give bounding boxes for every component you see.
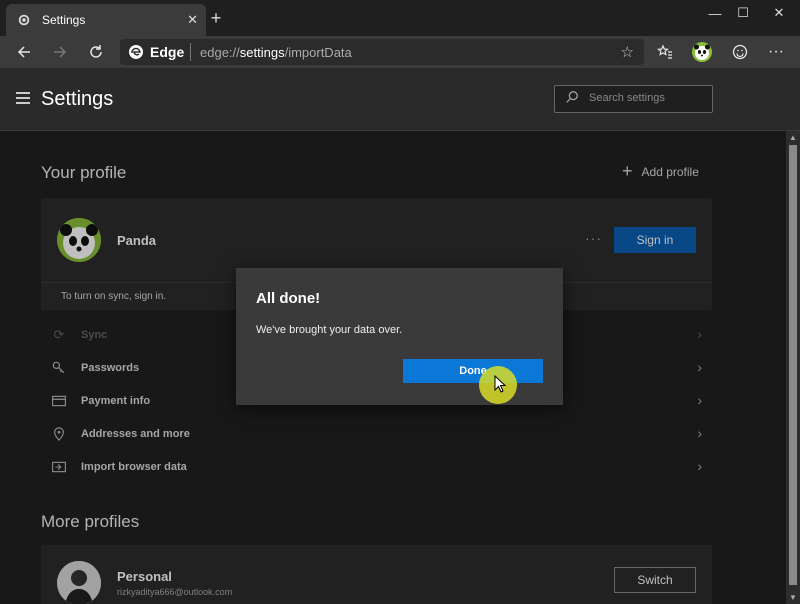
new-tab-button[interactable]: + bbox=[206, 8, 226, 28]
tab-close-icon[interactable]: ✕ bbox=[187, 12, 198, 28]
back-icon[interactable] bbox=[12, 40, 36, 64]
tab-settings[interactable]: Settings ✕ bbox=[6, 4, 206, 36]
tab-title: Settings bbox=[42, 13, 86, 27]
emoji-icon[interactable] bbox=[728, 40, 752, 64]
address-bar[interactable]: Edge edge://settings/importData ☆ bbox=[120, 39, 644, 65]
scrollbar[interactable]: ▲ ▼ bbox=[786, 131, 800, 604]
profile-icon[interactable] bbox=[690, 40, 714, 64]
title-bar: Settings ✕ + — ☐ ✕ bbox=[0, 0, 800, 36]
settings-header: Settings Search settings bbox=[0, 68, 800, 131]
url-text[interactable]: edge://settings/importData bbox=[200, 45, 352, 60]
browser-toolbar: Edge edge://settings/importData ☆ ··· bbox=[0, 36, 800, 68]
edge-logo-icon bbox=[128, 44, 144, 60]
dialog-title: All done! bbox=[256, 290, 321, 307]
favorite-star-icon[interactable]: ☆ bbox=[621, 43, 634, 61]
done-button[interactable]: Done bbox=[403, 359, 543, 383]
scroll-up-icon[interactable]: ▲ bbox=[789, 133, 797, 142]
close-window-button[interactable]: ✕ bbox=[762, 0, 796, 26]
search-placeholder: Search settings bbox=[589, 92, 665, 104]
scrollbar-thumb[interactable] bbox=[789, 145, 797, 585]
gear-icon bbox=[16, 12, 32, 28]
dialog-message: We've brought your data over. bbox=[256, 324, 403, 336]
mouse-cursor-icon bbox=[494, 374, 507, 398]
page-title: Settings bbox=[41, 88, 114, 110]
search-icon bbox=[565, 90, 579, 107]
refresh-icon[interactable] bbox=[84, 40, 108, 64]
forward-icon[interactable] bbox=[48, 40, 72, 64]
site-label: Edge bbox=[150, 44, 185, 60]
favorites-icon[interactable] bbox=[653, 40, 677, 64]
more-icon[interactable]: ··· bbox=[764, 40, 788, 64]
address-separator bbox=[190, 43, 191, 61]
maximize-button[interactable]: ☐ bbox=[726, 0, 760, 26]
search-input[interactable]: Search settings bbox=[554, 85, 713, 113]
hamburger-menu-icon[interactable] bbox=[16, 92, 30, 107]
scroll-down-icon[interactable]: ▼ bbox=[789, 593, 797, 602]
